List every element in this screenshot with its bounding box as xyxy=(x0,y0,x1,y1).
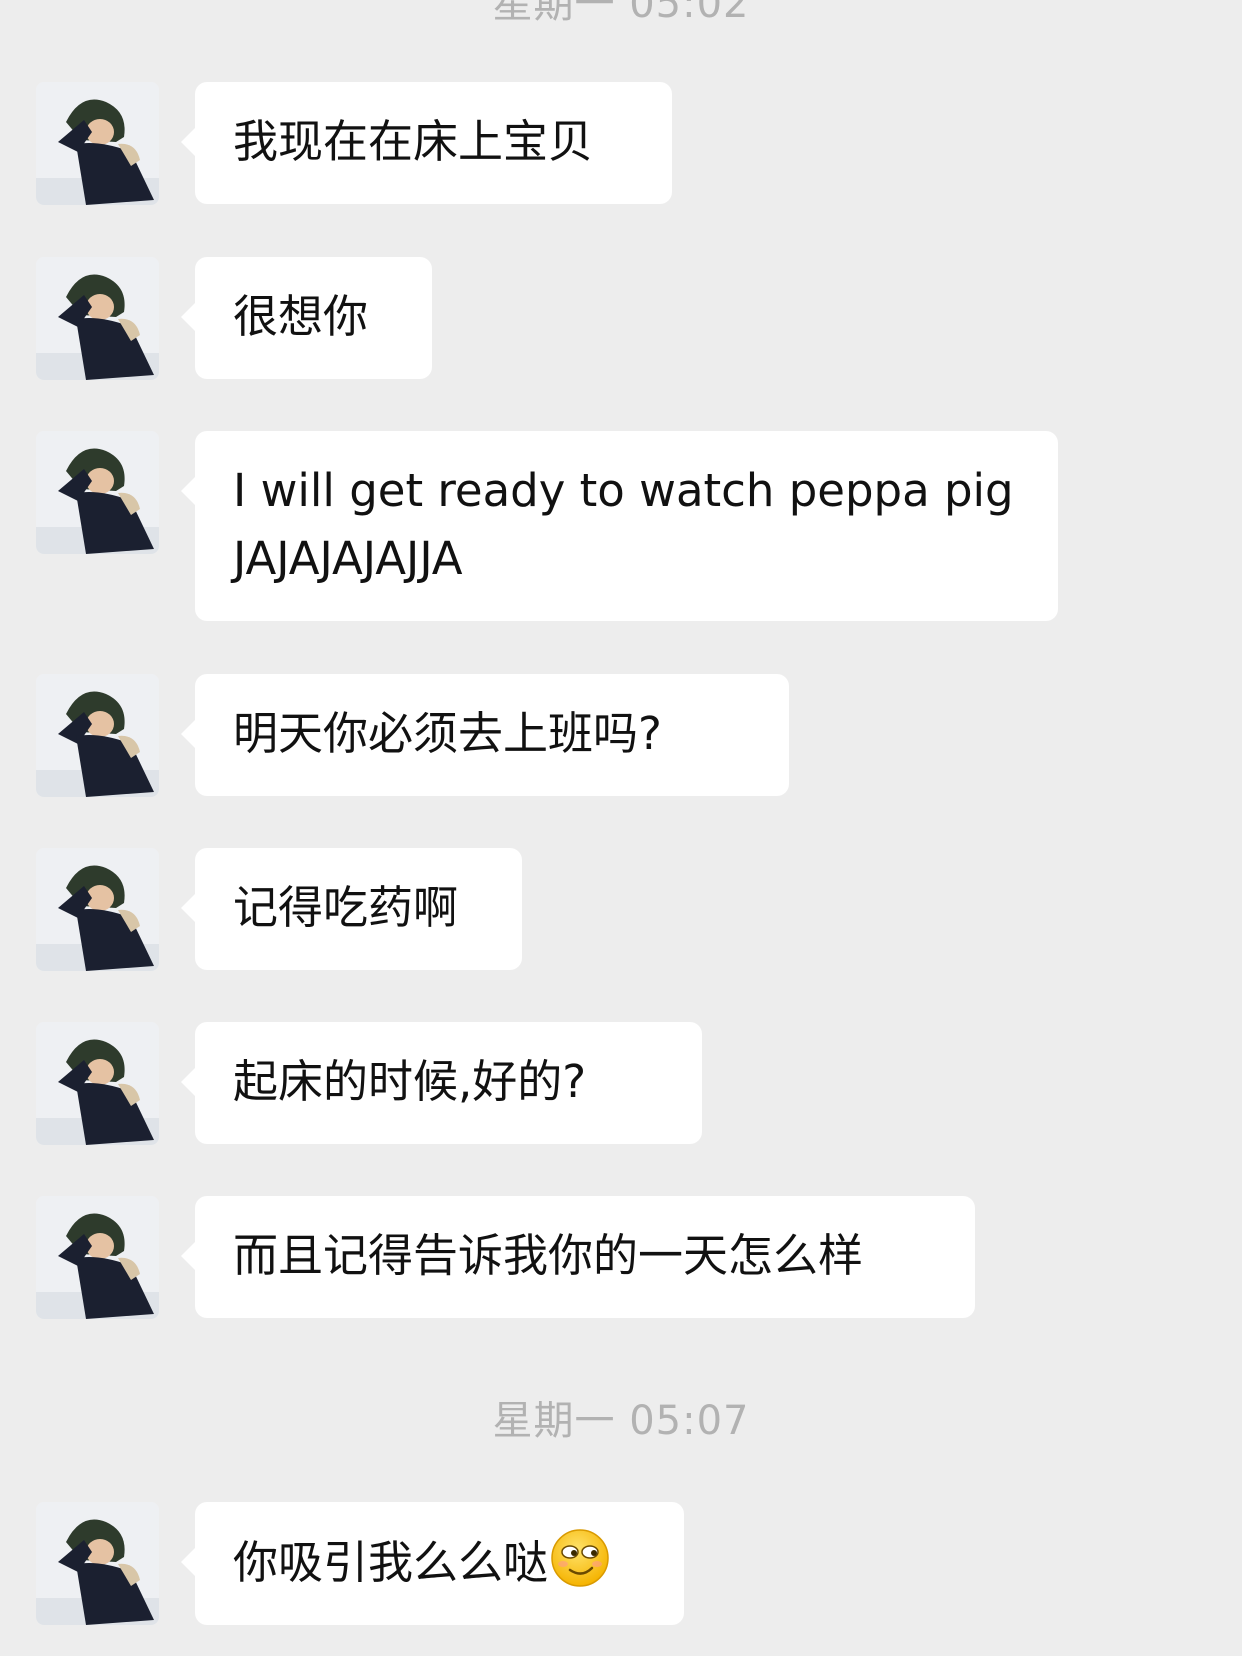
message-text: I will get ready to watch peppa pig JAJA… xyxy=(233,464,1014,585)
message-text: 很想你 xyxy=(233,290,369,343)
avatar-image xyxy=(36,82,159,205)
avatar[interactable] xyxy=(36,1022,159,1145)
message-text: 而且记得告诉我你的一天怎么样 xyxy=(233,1229,864,1282)
avatar-image xyxy=(36,1196,159,1319)
message-bubble[interactable]: 很想你 xyxy=(181,257,432,379)
avatar[interactable] xyxy=(36,431,159,554)
message-text: 明天你必须去上班吗? xyxy=(233,707,662,760)
avatar-image xyxy=(36,1502,159,1625)
avatar[interactable] xyxy=(36,82,159,205)
message-bubble[interactable]: 起床的时候,好的? xyxy=(181,1022,702,1144)
message-text: 起床的时候,好的? xyxy=(233,1055,587,1108)
timestamp: 星期一 05:07 xyxy=(492,1398,750,1444)
avatar-image xyxy=(36,1022,159,1145)
message-bubble[interactable]: 记得吃药啊 xyxy=(181,848,522,970)
avatar[interactable] xyxy=(36,848,159,971)
message-text: 我现在在床上宝贝 xyxy=(233,115,594,168)
message-bubble[interactable]: 而且记得告诉我你的一天怎么样 xyxy=(181,1196,975,1318)
smirk-emoji-icon xyxy=(551,1529,609,1587)
message-bubble[interactable]: I will get ready to watch peppa pig JAJA… xyxy=(181,431,1058,621)
avatar-image xyxy=(36,848,159,971)
message-text: 你吸引我么么哒 xyxy=(233,1528,646,1597)
message-bubble[interactable]: 我现在在床上宝贝 xyxy=(181,82,672,204)
avatar-image xyxy=(36,431,159,554)
avatar[interactable] xyxy=(36,1196,159,1319)
message-text: 记得吃药啊 xyxy=(233,881,459,934)
avatar[interactable] xyxy=(36,1502,159,1625)
message-bubble[interactable]: 明天你必须去上班吗? xyxy=(181,674,789,796)
avatar-image xyxy=(36,257,159,380)
avatar[interactable] xyxy=(36,257,159,380)
message-text-content: 你吸引我么么哒 xyxy=(233,1536,549,1589)
timestamp: 星期一 05:02 xyxy=(492,0,750,27)
message-bubble[interactable]: 你吸引我么么哒 xyxy=(181,1502,684,1625)
avatar-image xyxy=(36,674,159,797)
avatar[interactable] xyxy=(36,674,159,797)
